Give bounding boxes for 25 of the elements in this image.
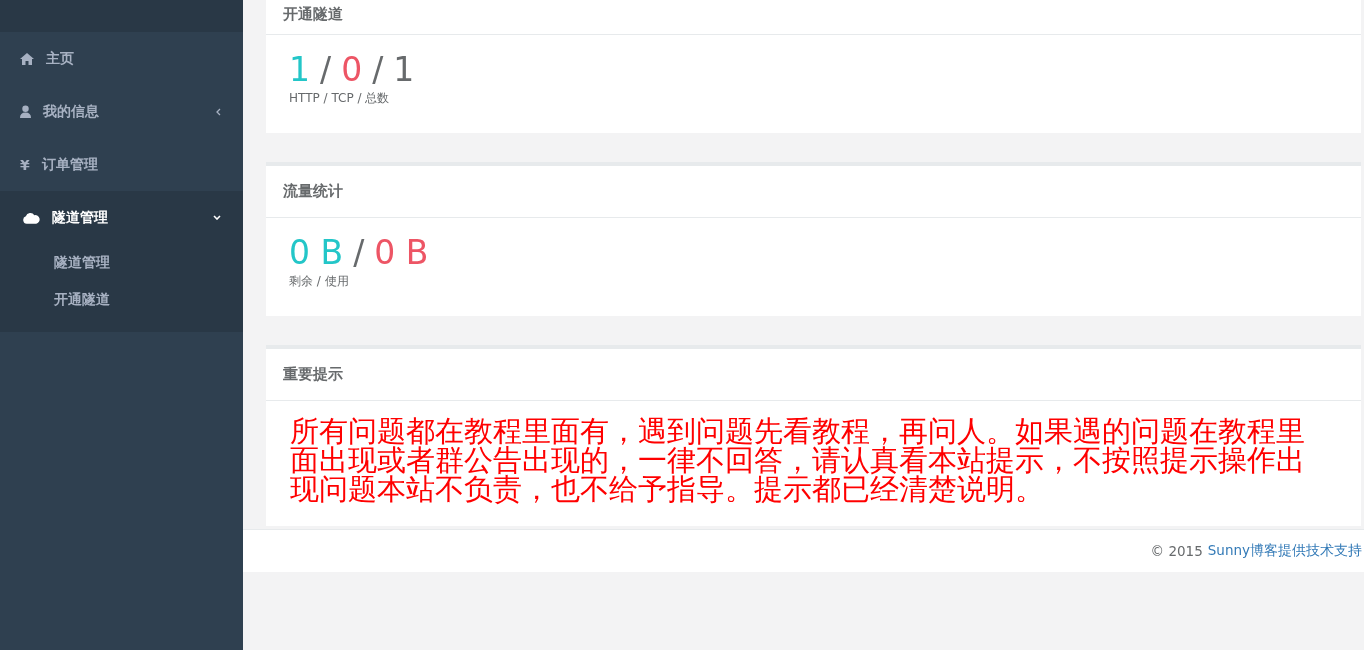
stat-value: 1 xyxy=(289,52,310,88)
footer-link[interactable]: Sunny博客提供技术支持 xyxy=(1207,542,1362,560)
stat-value: 1 xyxy=(393,52,415,88)
home-icon xyxy=(20,52,34,65)
cloud-icon xyxy=(23,211,40,224)
nav-item[interactable]: ¥ 订单管理 xyxy=(0,138,243,191)
card-title: 重要提示 xyxy=(283,365,343,384)
copyright-text: © 2015 xyxy=(1150,543,1203,559)
stat-value: 0 B xyxy=(374,235,429,271)
stat-value: 0 B xyxy=(289,235,344,271)
nav-item[interactable]: 我的信息 xyxy=(0,85,243,138)
nav-item[interactable]: 主页 xyxy=(0,32,243,85)
stat-value: / xyxy=(320,52,332,88)
user-icon xyxy=(20,105,31,118)
stat-value: / xyxy=(372,52,384,88)
notice-text: 所有问题都在教程里面有，遇到问题先看教程，再问人。如果遇的问题在教程里面出现或者群公告出现的，一律不回答，请认真看本站提示，不按照提示操作出现问题本站不负责，也不给予指导。提示都已经清楚说明。 xyxy=(290,417,1306,504)
submenu-item[interactable]: 开通隧道 xyxy=(0,281,243,318)
stat-caption: HTTP / TCP / 总数 xyxy=(289,90,391,107)
stat-caption: 剩余 / 使用 xyxy=(289,273,350,290)
submenu-item[interactable]: 隧道管理 xyxy=(0,244,243,281)
stat-value: / xyxy=(353,235,365,271)
card-title: 开通隧道 xyxy=(283,5,343,24)
stat-value: 0 xyxy=(341,52,363,88)
card-title: 流量统计 xyxy=(283,182,343,201)
nav-item[interactable]: 隧道管理 xyxy=(0,191,243,244)
